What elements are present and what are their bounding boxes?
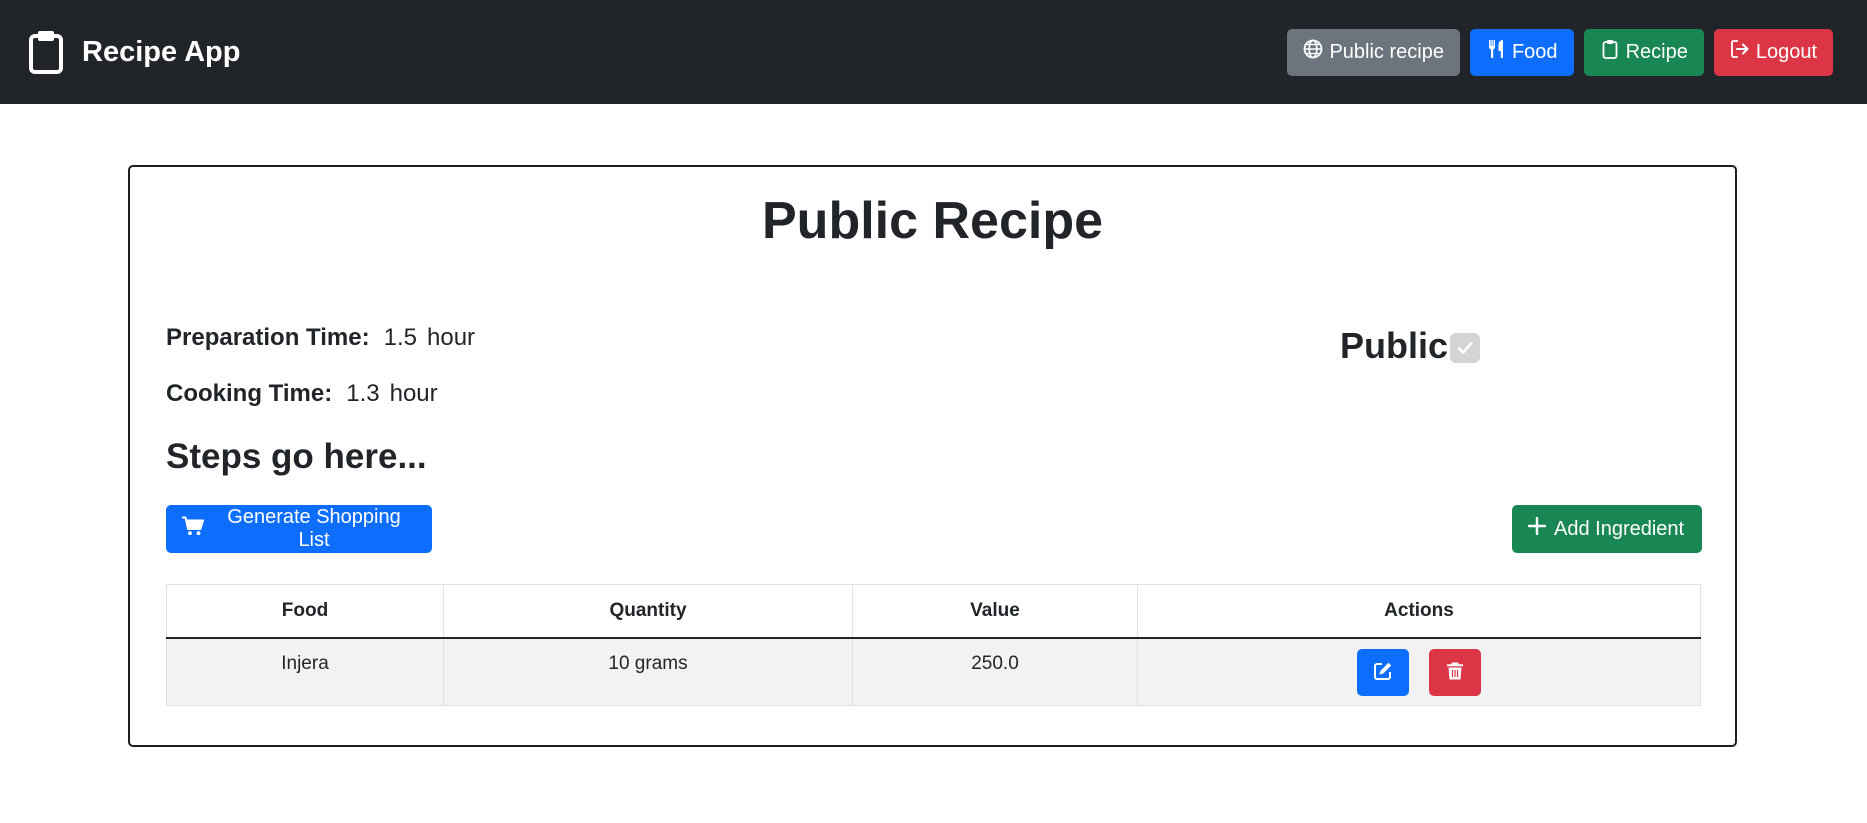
ingredients-table: Food Quantity Value Actions Injera 10 gr…: [166, 584, 1701, 706]
brand[interactable]: Recipe App: [28, 30, 240, 74]
brand-title: Recipe App: [82, 35, 241, 68]
table-row: Injera 10 grams 250.0: [166, 637, 1701, 706]
column-header-quantity: Quantity: [443, 584, 853, 639]
food-label: Food: [1511, 40, 1558, 63]
logout-label: Logout: [1755, 40, 1817, 63]
recipe-label: Recipe: [1625, 40, 1688, 63]
cooking-time-value: 1.3 hour: [346, 380, 437, 408]
preparation-time-value: 1.5 hour: [384, 324, 475, 352]
plus-icon: [1527, 516, 1547, 541]
recipe-card: Public Recipe Preparation Time: 1.5 hour…: [128, 165, 1737, 747]
public-checkbox[interactable]: [1450, 333, 1481, 363]
cooking-time: Cooking Time: 1.3 hour: [166, 380, 438, 408]
public-recipe-button[interactable]: Public recipe: [1287, 28, 1460, 76]
logout-button[interactable]: Logout: [1713, 28, 1833, 76]
generate-shopping-list-button[interactable]: Generate Shopping List: [166, 505, 432, 553]
cell-food: Injera: [166, 637, 444, 706]
preparation-time-number: 1.5: [383, 324, 417, 351]
navbar: Recipe App Public recipe Food Recipe Log…: [0, 0, 1867, 104]
nav-actions: Public recipe Food Recipe Logout: [1287, 28, 1833, 76]
preparation-time-unit: hour: [427, 324, 476, 351]
edit-icon: [1373, 661, 1393, 684]
globe-icon: [1303, 39, 1323, 65]
food-button[interactable]: Food: [1469, 28, 1574, 76]
cart-icon: [182, 516, 204, 542]
cooking-time-unit: hour: [389, 380, 438, 407]
column-header-value: Value: [852, 584, 1138, 639]
delete-button[interactable]: [1429, 649, 1481, 696]
check-icon: [1457, 342, 1473, 354]
public-recipe-label: Public recipe: [1329, 40, 1444, 63]
public-label: Public: [1340, 325, 1449, 366]
cooking-time-number: 1.3: [346, 380, 380, 407]
add-ingredient-label: Add Ingredient: [1554, 517, 1685, 540]
preparation-time: Preparation Time: 1.5 hour: [166, 324, 475, 352]
column-header-food: Food: [166, 584, 444, 639]
generate-shopping-list-label: Generate Shopping List: [227, 506, 401, 551]
edit-button[interactable]: [1357, 649, 1409, 696]
utensils-icon: [1486, 39, 1506, 65]
table-header-row: Food Quantity Value Actions: [166, 584, 1701, 639]
steps-text: Steps go here...: [166, 437, 427, 476]
row-actions: [1139, 649, 1699, 696]
cell-value: 250.0: [852, 637, 1138, 706]
trash-icon: [1445, 661, 1465, 684]
logout-icon: [1730, 39, 1750, 65]
column-header-actions: Actions: [1137, 584, 1701, 639]
add-ingredient-button[interactable]: Add Ingredient: [1512, 505, 1702, 553]
preparation-time-label: Preparation Time:: [166, 324, 370, 351]
cell-quantity: 10 grams: [443, 637, 853, 706]
cell-actions: [1137, 637, 1701, 706]
clipboard-icon: [1600, 39, 1620, 65]
recipe-button[interactable]: Recipe: [1583, 28, 1704, 76]
cooking-time-label: Cooking Time:: [166, 380, 333, 407]
page-title: Public Recipe: [762, 192, 1103, 250]
clipboard-icon: [28, 30, 64, 74]
public-toggle: Public: [1340, 325, 1481, 367]
